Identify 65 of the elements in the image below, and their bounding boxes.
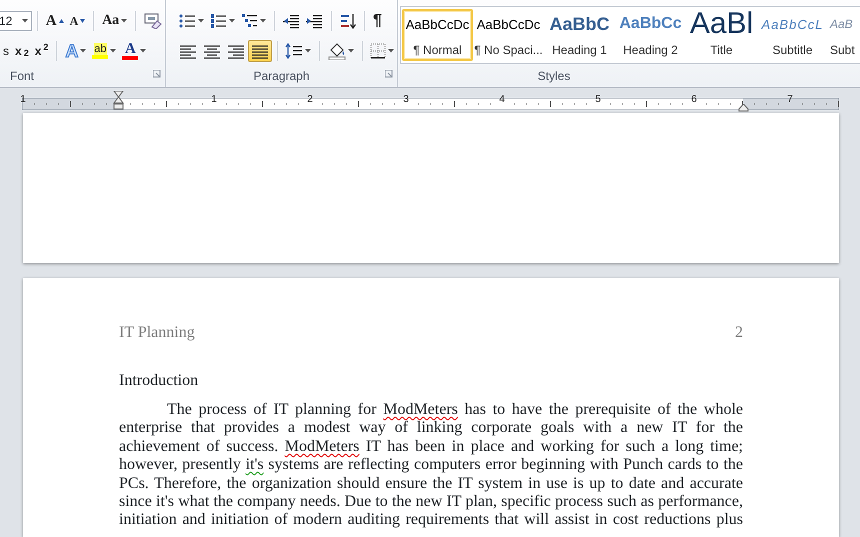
font-size-field[interactable]: 12 [0,11,32,31]
caret-icon [348,49,354,53]
section-heading: Introduction [119,372,200,390]
caret-icon [80,49,86,53]
eraser-icon [144,13,162,29]
caret-icon [140,49,146,53]
numbered-list-icon [210,13,227,29]
caret-icon [121,19,128,23]
style-item[interactable]: AaB Subt [828,9,857,61]
page-number: 2 [735,324,743,342]
caret-icon [22,19,28,23]
caret-icon [388,49,394,53]
caret-icon [198,19,204,23]
caret-icon [110,49,116,53]
change-case-button[interactable]: Aa [99,10,130,32]
ruler-number: 1 [211,94,217,106]
caret-icon [229,19,235,23]
multilevel-list-icon [241,13,258,29]
ruler-number: 3 [403,94,409,106]
style-item[interactable]: AaBbCcDc ¶ Normal [402,9,473,61]
line-spacing-icon [285,43,304,59]
superscript-button[interactable]: x$^{2}$ [32,40,52,62]
decrease-indent-icon [283,13,300,29]
font-color-button[interactable]: A [119,40,150,62]
up-arrow-icon [58,19,64,23]
ruler-number: 6 [691,94,697,106]
style-item[interactable]: AaBbCc Heading 2 [615,9,686,61]
subscript-button[interactable]: x$_{2}$ [12,40,32,62]
align-justify-icon [252,43,268,59]
ruler-number: 1 [20,94,26,106]
dialog-launcher-icon [153,70,161,78]
ruler-number: 7 [787,94,793,106]
style-item[interactable]: AaBbC Heading 1 [544,9,615,61]
style-item[interactable]: AaBbCcL Subtitle [757,9,828,61]
group-label: Styles [536,68,572,85]
strikethrough-button[interactable]: s [0,40,12,62]
group-label: Paragraph [252,68,311,85]
style-item[interactable]: AaBbCcDc ¶ No Spaci... [473,9,544,61]
align-center-icon [204,43,220,59]
increase-indent-icon [306,13,323,29]
body-paragraph: The process of IT planning for ModMeters has to have the prerequisite of the whole enterprise that provides a modest way of linking corporate goals with a new IT for the achievement of success. ModMeters IT has been in place and working for such a long time; however, presently it's systems are reflecting computers error beginning with Punch cards to the PCs. Therefore, the organization should ensure the IT system in use is up to date and accurate since it's what the company needs. Due to the new IT plan, specific process such as performance, initiation and initiation of modern auditing requirements that will assist in cost reductions plus [119,401,743,530]
caret-icon [305,49,312,53]
ruler-number: 4 [499,94,505,106]
bullet-list-icon [179,13,196,29]
header-title: IT Planning [119,324,195,342]
align-justify-button[interactable] [248,40,272,62]
style-item[interactable]: AaBl Title [686,9,757,61]
sort-icon [340,13,356,29]
shrink-font-button[interactable]: A [66,10,88,32]
align-right-icon [228,43,244,59]
ruler-number: 5 [595,94,601,106]
indent-marker-icon [113,91,124,110]
color-bar-icon [92,55,108,59]
group-label: Font [10,68,36,85]
highlight-button[interactable]: ab [89,40,120,62]
borders-icon [370,43,386,59]
dialog-launcher-icon [385,70,393,78]
ruler-number: 2 [307,94,313,106]
grow-font-button[interactable]: A [42,10,67,32]
down-arrow-icon [80,19,86,23]
paint-bucket-icon [328,42,346,60]
show-formatting-marks-button[interactable]: ¶ [370,10,385,32]
caret-icon [260,19,266,23]
color-bar-icon [122,56,138,60]
align-left-icon [180,43,196,59]
